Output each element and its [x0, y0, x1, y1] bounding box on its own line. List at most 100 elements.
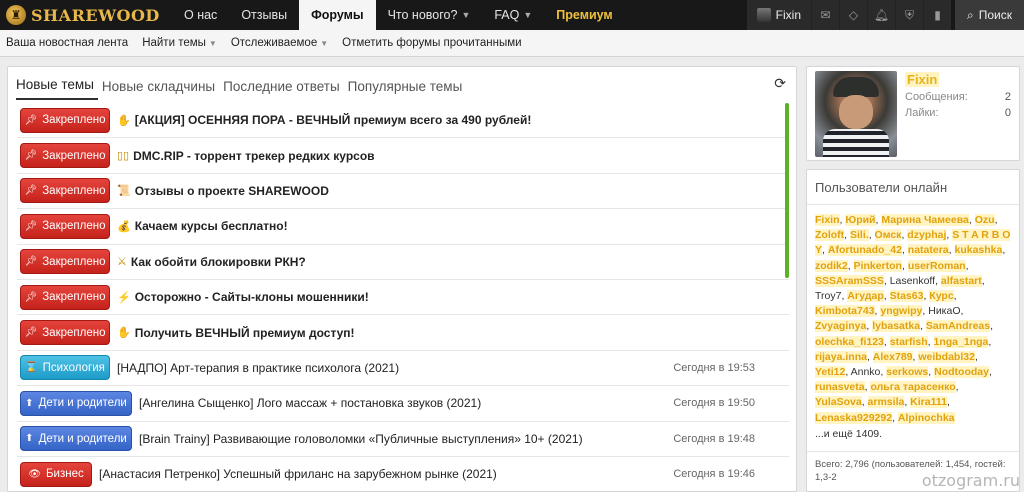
tab-new-skladchiny[interactable]: Новые складчины [102, 79, 219, 100]
online-user-link[interactable]: Alpinochka [897, 411, 955, 424]
online-user-link[interactable]: Kimbota743 [815, 305, 875, 318]
site-logo[interactable]: ♜ SHAREWOOD [0, 0, 172, 30]
online-user-link[interactable]: Annko [851, 366, 881, 378]
subnav-news-feed[interactable]: Ваша новостная лента [6, 37, 128, 49]
thread-emoji-icon: 📜 [117, 185, 131, 198]
online-user-link[interactable]: zodik2 [815, 259, 848, 272]
thread-title[interactable]: [НАДПО] Арт-терапия в практике психолога… [117, 361, 673, 375]
thread-title[interactable]: [Анастасия Петренко] Успешный фриланс на… [99, 467, 673, 481]
pin-icon: 📌︎ [24, 220, 38, 232]
thread-prefix-badge[interactable]: 👁 Бизнес [20, 461, 92, 487]
online-user-link[interactable]: Nodtooday [934, 366, 989, 379]
thread-prefix-badge[interactable]: ⬆ Дети и родители [20, 426, 132, 452]
subnav-mark-read[interactable]: Отметить форумы прочитанными [342, 37, 521, 49]
thread-title[interactable]: DMC.RIP - торрент трекер редких курсов [133, 149, 789, 163]
nav-tab-2[interactable]: Форумы [299, 0, 376, 30]
online-user-link[interactable]: Pinkerton [853, 259, 902, 272]
online-user-link[interactable]: НикаО [928, 305, 960, 317]
online-user-link[interactable]: Марина Чамеева [881, 214, 969, 226]
thread-title[interactable]: Качаем курсы бесплатно! [135, 219, 789, 233]
tab-latest-replies[interactable]: Последние ответы [223, 79, 344, 100]
thread-title[interactable]: Как обойти блокировки РКН? [131, 255, 789, 269]
online-user-link[interactable]: Zoloft [815, 229, 845, 242]
thread-prefix-badge[interactable]: 📌︎ Закреплено [20, 107, 110, 133]
online-user-link[interactable]: Курс [929, 290, 954, 303]
online-user-link[interactable]: Kira111 [910, 396, 947, 409]
thread-title[interactable]: Осторожно - Сайты-клоны мошенники! [135, 290, 789, 304]
nav-tab-4[interactable]: FAQ ▼ [482, 0, 544, 30]
online-user-link[interactable]: Ozu [974, 214, 995, 226]
chevron-down-icon: ▼ [208, 39, 217, 48]
online-user-link[interactable]: serkows [886, 366, 929, 379]
search-button[interactable]: ⌕ Поиск [955, 0, 1024, 30]
thread-prefix-badge[interactable]: 📌︎ Закреплено [20, 143, 110, 169]
mail-icon[interactable]: ✉ [811, 0, 839, 30]
online-user-link[interactable]: Омск [874, 229, 902, 242]
arrow-up-icon: ⬆ [25, 433, 34, 445]
online-user-link[interactable]: Yeti12 [815, 366, 846, 379]
tab-popular-threads[interactable]: Популярные темы [348, 79, 467, 100]
online-user-link[interactable]: SamAndreas [925, 320, 991, 333]
online-user-link[interactable]: userRoman [907, 259, 966, 272]
thread-title[interactable]: [Brain Trainy] Развивающие головоломки «… [139, 432, 673, 446]
online-user-link[interactable]: Alex789 [872, 350, 913, 363]
online-user-link[interactable]: rijaya.inna [815, 350, 867, 363]
refresh-icon[interactable]: ⟳ [774, 75, 786, 92]
thread-time: Сегодня в 19:46 [673, 468, 755, 481]
nav-user-menu[interactable]: Fixin [746, 0, 811, 30]
profile-name[interactable]: Fixin [905, 72, 940, 87]
online-users-title: Пользователи онлайн [807, 170, 1019, 205]
online-user-link[interactable]: armsila [867, 396, 905, 409]
bell-icon[interactable]: 🔔︎ [867, 0, 895, 30]
scrollbar[interactable] [785, 103, 789, 278]
online-user-link[interactable]: dzyphaj [907, 229, 947, 242]
subnav-find-threads[interactable]: Найти темы ▼ [142, 37, 217, 49]
online-user-link[interactable]: alfastart [940, 274, 982, 287]
online-user-link[interactable]: runasveta [815, 381, 865, 394]
online-user-link[interactable]: Zvyaginya [815, 320, 867, 333]
thread-prefix-badge[interactable]: 📌︎ Закреплено [20, 249, 110, 275]
online-user-link[interactable]: Агудар [847, 290, 884, 303]
shield-icon[interactable]: ⛨ [895, 0, 923, 30]
thread-prefix-badge[interactable]: 📌︎ Закреплено [20, 284, 110, 310]
diamond-icon[interactable]: ◇ [839, 0, 867, 30]
online-user-link[interactable]: Afortunado_42 [827, 244, 902, 257]
online-user-link[interactable]: Troy7 [815, 290, 841, 302]
bookmark-icon[interactable]: ▮ [923, 0, 951, 30]
online-user-link[interactable]: Юрий [845, 214, 876, 226]
thread-prefix-badge[interactable]: ⌛ Психология [20, 355, 110, 381]
online-user-link[interactable]: natatera [907, 244, 949, 257]
online-user-link[interactable]: yngwipy [880, 305, 923, 318]
online-user-link[interactable]: weibdabl32 [918, 350, 975, 363]
online-user-link[interactable]: lybasatka [872, 320, 921, 333]
online-user-link[interactable]: YulaSova [815, 396, 862, 409]
nav-premium[interactable]: Премиум [544, 0, 624, 30]
thread-title[interactable]: Получить ВЕЧНЫЙ премиум доступ! [135, 326, 789, 340]
online-user-link[interactable]: 1nga_1nga [933, 335, 989, 348]
online-more[interactable]: ...и ещё 1409. [807, 426, 1019, 442]
online-user-link[interactable]: Lasenkoff [890, 275, 935, 287]
thread-title[interactable]: Отзывы о проекте SHAREWOOD [135, 184, 789, 198]
nav-tab-0[interactable]: О нас [172, 0, 229, 30]
online-user-link[interactable]: Sili. [850, 229, 869, 242]
subnav-watched[interactable]: Отслеживаемое ▼ [231, 37, 328, 49]
online-user-link[interactable]: Stas63 [889, 290, 924, 303]
thread-title[interactable]: [АКЦИЯ] ОСЕННЯЯ ПОРА - ВЕЧНЫЙ премиум вс… [135, 113, 789, 127]
thread-prefix-badge[interactable]: 📌︎ Закреплено [20, 320, 110, 346]
profile-avatar[interactable] [815, 71, 897, 157]
tab-new-threads[interactable]: Новые темы [16, 77, 98, 100]
online-user-link[interactable]: olechka_fi123 [815, 335, 884, 348]
online-user-link[interactable]: Lenaska929292 [815, 411, 893, 424]
chevron-down-icon: ▼ [523, 10, 533, 20]
nav-tab-3[interactable]: Что нового? ▼ [376, 0, 483, 30]
thread-prefix-badge[interactable]: 📌︎ Закреплено [20, 213, 110, 239]
online-user-link[interactable]: SSSAramSSS [815, 274, 884, 287]
online-user-link[interactable]: starfish [889, 335, 928, 348]
nav-tab-1[interactable]: Отзывы [229, 0, 299, 30]
online-user-link[interactable]: Fixin [815, 214, 840, 226]
online-user-link[interactable]: ольга тарасенко [870, 381, 956, 394]
thread-prefix-badge[interactable]: ⬆ Дети и родители [20, 390, 132, 416]
online-user-link[interactable]: kukashka [954, 244, 1003, 257]
thread-prefix-badge[interactable]: 📌︎ Закреплено [20, 178, 110, 204]
thread-title[interactable]: [Ангелина Сыщенко] Лого массаж + постано… [139, 396, 673, 410]
